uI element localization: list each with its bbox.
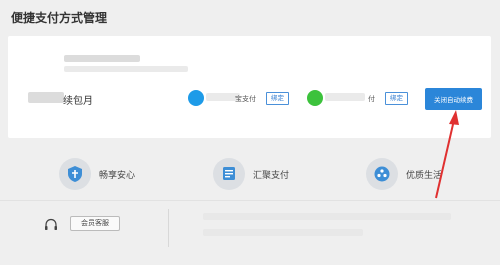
payment-name-1: 宝支付	[235, 96, 256, 103]
feature-label: 优质生活	[406, 169, 443, 180]
payment-card	[8, 36, 491, 138]
feature-secure: 畅享安心	[59, 157, 135, 191]
blurred-note-line	[64, 66, 188, 72]
member-service-button[interactable]: 会员客服	[70, 216, 120, 231]
blurred-footer-line	[203, 213, 451, 220]
headset-icon	[43, 217, 59, 238]
bind-button-1[interactable]: 绑定	[266, 92, 289, 105]
bind-button-2[interactable]: 绑定	[385, 92, 408, 105]
shield-icon	[59, 158, 91, 190]
blurred-account-line	[64, 55, 140, 62]
renewal-label: 续包月	[63, 96, 93, 107]
section-divider	[0, 200, 500, 201]
blurred-renew-prefix	[28, 92, 64, 103]
card-icon	[213, 158, 245, 190]
feature-life: 优质生活	[366, 157, 442, 191]
close-auto-renew-button[interactable]: 关闭自动续费	[425, 88, 482, 110]
blurred-footer-line	[203, 229, 363, 236]
footer-divider	[168, 209, 169, 247]
feature-payment: 汇聚支付	[213, 157, 289, 191]
page-title: 便捷支付方式管理	[11, 11, 108, 25]
wechat-pay-icon	[307, 90, 323, 106]
feature-label: 汇聚支付	[253, 169, 290, 180]
life-icon	[366, 158, 398, 190]
alipay-icon	[188, 90, 204, 106]
blurred-payment-name	[325, 93, 365, 101]
feature-label: 畅享安心	[99, 169, 136, 180]
payment-name-2: 付	[368, 96, 375, 103]
